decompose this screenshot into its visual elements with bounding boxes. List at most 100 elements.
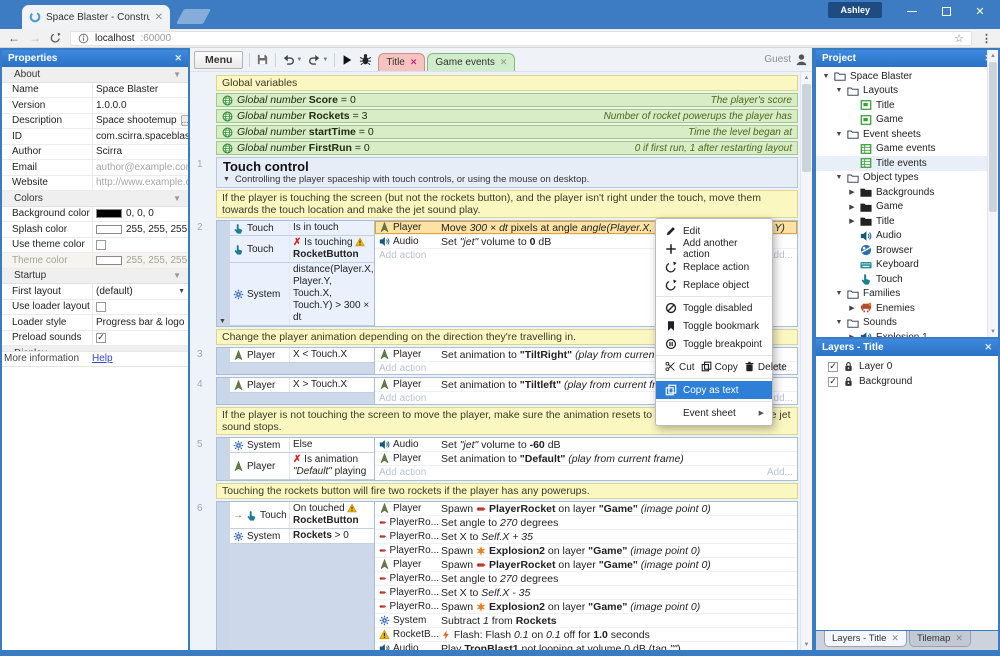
visibility-checkbox[interactable]: ✓ <box>828 362 838 372</box>
save-icon[interactable] <box>256 53 269 66</box>
global-variable-row[interactable]: Global number startTime = 0Time the leve… <box>216 125 798 139</box>
tree-item-families[interactable]: ▼Families <box>816 287 998 302</box>
tree-item-audio[interactable]: Audio <box>816 229 998 244</box>
tree-item-browser[interactable]: Browser <box>816 243 998 258</box>
project-panel-header[interactable]: Project ✕ <box>816 50 998 67</box>
panel-close-icon[interactable]: ✕ <box>984 342 992 353</box>
condition-row[interactable]: PlayerX < Touch.X <box>230 348 374 363</box>
menu-item-delete[interactable]: Delete <box>742 361 789 373</box>
browser-profile-chip[interactable]: Ashley <box>828 2 882 18</box>
dropdown-caret-icon[interactable]: ▼ <box>178 288 185 295</box>
event-margin[interactable]: ▼ <box>217 221 230 326</box>
bottom-tab-tilemap[interactable]: Tilemap✕ <box>909 631 971 647</box>
add-more-link[interactable]: Add... <box>767 467 793 478</box>
add-action-link[interactable]: Add action <box>379 393 426 404</box>
tree-item-sounds[interactable]: ▼Sounds <box>816 316 998 331</box>
menu-item-replace-action[interactable]: Replace action <box>656 258 772 276</box>
event-sheet-scrollbar[interactable]: ▲ ▼ <box>800 72 812 650</box>
tree-item-game-events[interactable]: Game events <box>816 142 998 157</box>
tree-item-object-types[interactable]: ▼Object types <box>816 171 998 186</box>
property-value-loader-style[interactable]: Progress bar & logo▼ <box>92 315 188 330</box>
tree-item-layouts[interactable]: ▼Layouts <box>816 84 998 99</box>
menu-item-toggle-breakpoint[interactable]: Toggle breakpoint <box>656 335 772 353</box>
tree-item-enemies[interactable]: ▶Enemies <box>816 301 998 316</box>
condition-row[interactable]: PlayerX > Touch.X <box>230 378 374 393</box>
global-variable-row[interactable]: Global number Rockets = 3Number of rocke… <box>216 109 798 123</box>
chevron-down-icon[interactable]: ▼ <box>822 73 830 80</box>
menu-item-add-another-action[interactable]: Add another action <box>656 240 772 258</box>
property-value-version[interactable]: 1.0.0.0 <box>92 98 188 113</box>
menu-item-copy-as-text[interactable]: Copy as text <box>656 381 772 399</box>
new-tab-button[interactable] <box>176 9 211 24</box>
property-value-name[interactable]: Space Blaster <box>92 83 188 98</box>
property-value-website[interactable]: http://www.example.com <box>92 176 188 191</box>
property-value-author[interactable]: Scirra <box>92 145 188 160</box>
menu-item-copy[interactable]: Copy <box>699 361 740 373</box>
ellipsis-button[interactable]: ... <box>181 115 188 126</box>
bookmark-star-icon[interactable]: ☆ <box>954 32 964 45</box>
condition-row[interactable]: →TouchOn touched RocketButton <box>230 502 374 529</box>
info-icon[interactable] <box>78 33 89 44</box>
debug-icon[interactable] <box>359 53 372 66</box>
menu-item-event-sheet[interactable]: Event sheet▶ <box>656 404 772 422</box>
action-row[interactable]: PlayerRo...Set X to Self.X - 35 <box>375 586 797 600</box>
add-action-link[interactable]: Add action <box>379 363 426 374</box>
action-row[interactable]: PlayerRo...Set X to Self.X + 35 <box>375 530 797 544</box>
scroll-down-icon[interactable]: ▼ <box>988 326 998 337</box>
tree-item-keyboard[interactable]: Keyboard <box>816 258 998 273</box>
comment-block[interactable]: If the player is touching the screen (bu… <box>216 190 798 218</box>
menu-button[interactable]: Menu <box>194 51 243 69</box>
action-row[interactable]: PlayerSpawn PlayerRocket on layer "Game"… <box>375 558 797 572</box>
bottom-tab-layers-title[interactable]: Layers - Title✕ <box>824 631 907 647</box>
chevron-right-icon[interactable]: ▶ <box>848 217 856 225</box>
property-value-theme-color[interactable]: 255, 255, 255 <box>92 253 188 268</box>
scroll-thumb[interactable] <box>989 62 997 212</box>
checkbox[interactable] <box>96 302 106 312</box>
tab-close-icon[interactable]: ✕ <box>500 57 508 68</box>
layer-row-layer-0[interactable]: ✓Layer 0 <box>816 359 998 374</box>
property-value-background-color[interactable]: 0, 0, 0 <box>92 207 188 222</box>
action-row[interactable]: PlayerRo...Set angle to 270 degrees <box>375 572 797 586</box>
comment-block[interactable]: Touching the rockets button will fire tw… <box>216 483 798 499</box>
action-row[interactable]: PlayerRo...Spawn Explosion2 on layer "Ga… <box>375 544 797 558</box>
section-about[interactable]: About▼ <box>2 67 188 83</box>
checkbox[interactable]: ✓ <box>96 333 106 343</box>
refresh-icon[interactable] <box>50 32 61 45</box>
property-value-email[interactable]: author@example.com <box>92 160 188 175</box>
tree-item-game[interactable]: Game <box>816 113 998 128</box>
property-value-description[interactable]: Space shootemup... <box>92 114 188 129</box>
chevron-right-icon[interactable]: ▶ <box>848 188 856 196</box>
collapse-icon[interactable]: ▼ <box>219 318 226 325</box>
browser-menu-icon[interactable]: ⋮ <box>981 32 992 45</box>
condition-row[interactable]: SystemRockets > 0 <box>230 529 374 544</box>
url-input[interactable]: localhost:60000 ☆ <box>70 31 972 46</box>
scroll-up-icon[interactable]: ▲ <box>801 72 812 83</box>
visibility-checkbox[interactable]: ✓ <box>828 377 838 387</box>
global-variable-row[interactable]: Global number Score = 0The player's scor… <box>216 93 798 107</box>
condition-row[interactable]: Touch✗ Is touching RocketButton <box>230 236 374 263</box>
tab-close-icon[interactable]: ✕ <box>955 633 963 644</box>
add-action-link[interactable]: Add action <box>379 250 426 261</box>
play-icon[interactable] <box>341 54 353 66</box>
chevron-right-icon[interactable]: ▶ <box>848 304 856 312</box>
chevron-down-icon[interactable]: ▼ <box>835 174 843 181</box>
chevron-right-icon[interactable]: ▶ <box>848 333 856 337</box>
condition-row[interactable]: Player✗ Is animation "Default" playing <box>230 453 374 480</box>
event-group[interactable]: Touch control▼Controlling the player spa… <box>216 157 798 188</box>
menu-item-replace-object[interactable]: Replace object <box>656 276 772 294</box>
chevron-right-icon[interactable]: ▶ <box>848 203 856 211</box>
property-value-preload-sounds[interactable]: ✓ <box>92 331 188 346</box>
tab-close-icon[interactable]: ✕ <box>155 12 163 23</box>
color-swatch[interactable] <box>96 225 122 234</box>
editor-tab-title[interactable]: Title✕ <box>378 53 425 71</box>
action-row[interactable]: PlayerSpawn PlayerRocket on layer "Game"… <box>375 502 797 516</box>
action-row[interactable]: AudioSet "jet" volume to -60 dB <box>375 438 797 452</box>
tree-item-touch[interactable]: Touch <box>816 272 998 287</box>
tree-item-game[interactable]: ▶Game <box>816 200 998 215</box>
menu-item-cut[interactable]: Cut <box>663 361 697 373</box>
section-colors[interactable]: Colors▼ <box>2 191 188 207</box>
global-variable-row[interactable]: Global number FirstRun = 00 if first run… <box>216 141 798 155</box>
chevron-down-icon[interactable]: ▼ <box>835 290 843 297</box>
redo-icon[interactable]: ▼ <box>308 53 328 66</box>
action-row[interactable]: PlayerRo...Spawn Explosion2 on layer "Ga… <box>375 600 797 614</box>
